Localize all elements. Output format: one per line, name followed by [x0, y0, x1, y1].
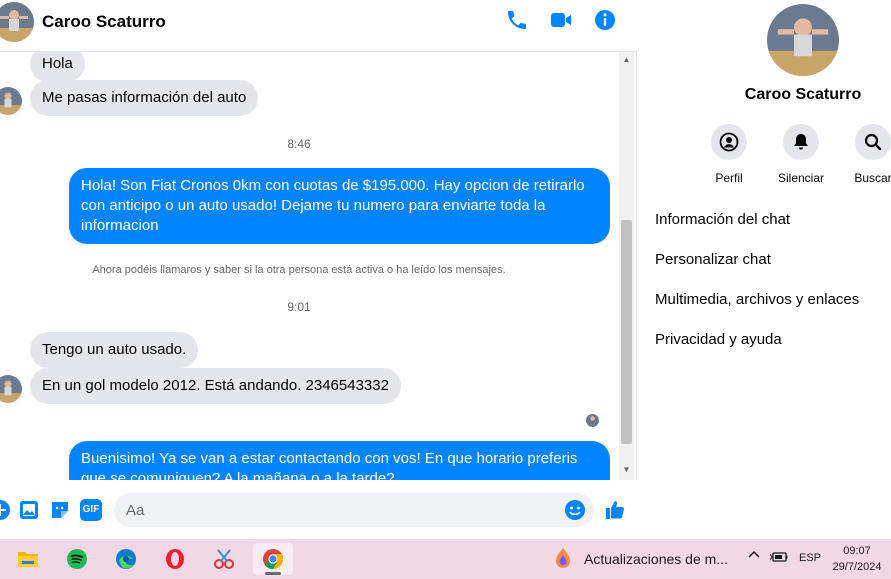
message-incoming[interactable]: En un gol modelo 2012. Está andando. 234…: [30, 368, 401, 404]
taskbar-clock[interactable]: 09:07 29/7/2024: [826, 543, 888, 575]
emoji-icon[interactable]: [564, 499, 586, 521]
search-icon: [864, 133, 882, 151]
taskbar-spotify[interactable]: [57, 543, 97, 575]
search-label: Buscar: [854, 171, 891, 185]
seen-indicator-avatar: [586, 414, 599, 427]
chat-info-panel: Caroo Scaturro Perfil Silenciar Buscar I…: [638, 0, 891, 539]
scroll-down-icon[interactable]: ▼: [619, 462, 634, 478]
info-contact-avatar[interactable]: [767, 4, 839, 76]
scroll-thumb[interactable]: [621, 220, 632, 444]
chrome-icon: [263, 549, 284, 570]
menu-privacy-help[interactable]: Privacidad y ayuda: [655, 331, 782, 348]
contact-name[interactable]: Caroo Scaturro: [42, 12, 166, 32]
weather-alert-icon: [556, 548, 570, 568]
opera-icon: [166, 549, 184, 569]
contact-avatar-small: [0, 375, 22, 403]
profile-button[interactable]: Perfil: [694, 124, 764, 185]
message-scrollbar[interactable]: ▲ ▼: [619, 52, 634, 480]
info-icon[interactable]: [593, 8, 617, 32]
taskbar-chrome[interactable]: [253, 543, 293, 575]
message-list[interactable]: Hola Me pasas información del auto 8:46 …: [0, 52, 618, 480]
phone-icon[interactable]: [505, 8, 529, 32]
mute-button[interactable]: Silenciar: [766, 124, 836, 185]
taskbar-news-widget[interactable]: Actualizaciones de m...: [552, 543, 728, 575]
message-outgoing[interactable]: Buenisimo! Ya se van a estar contactando…: [69, 441, 610, 480]
clock-date: 29/7/2024: [832, 561, 882, 573]
plus-icon[interactable]: [0, 499, 11, 521]
contact-avatar[interactable]: [0, 2, 34, 42]
edge-icon: [116, 549, 136, 569]
chat-header: Caroo Scaturro: [0, 0, 637, 52]
message-timestamp: 8:46: [287, 137, 311, 151]
mute-label: Silenciar: [777, 171, 825, 185]
video-call-icon[interactable]: [549, 8, 573, 32]
taskbar-file-explorer[interactable]: [8, 543, 48, 575]
taskbar-opera[interactable]: [155, 543, 195, 575]
sticker-icon[interactable]: [49, 499, 71, 521]
taskbar-edge[interactable]: [106, 543, 146, 575]
menu-chat-info[interactable]: Información del chat: [655, 211, 790, 228]
message-incoming[interactable]: Me pasas información del auto: [30, 80, 259, 116]
gif-icon[interactable]: GIF: [80, 499, 102, 521]
menu-customize-chat[interactable]: Personalizar chat: [655, 251, 771, 268]
message-composer: GIF: [0, 480, 637, 539]
bell-icon: [794, 134, 808, 150]
taskbar-snipping-tool[interactable]: [204, 543, 244, 575]
image-icon[interactable]: [18, 499, 40, 521]
snipping-tool-icon: [214, 549, 234, 569]
battery-icon[interactable]: [769, 551, 788, 566]
windows-taskbar: Actualizaciones de m... ESP 09:07 29/7/2…: [0, 539, 891, 579]
thumbs-up-icon[interactable]: [604, 499, 626, 521]
file-explorer-icon: [18, 552, 38, 567]
message-timestamp: 9:01: [287, 300, 311, 314]
clock-time: 09:07: [843, 545, 871, 557]
menu-media-files-links[interactable]: Multimedia, archivos y enlaces: [655, 291, 859, 308]
profile-label: Perfil: [715, 171, 743, 185]
tray-overflow-chevron-icon[interactable]: [748, 549, 760, 564]
contact-avatar-small: [0, 87, 22, 115]
news-widget-text: Actualizaciones de m...: [584, 551, 728, 567]
message-incoming[interactable]: Hola: [30, 52, 85, 82]
info-contact-name: Caroo Scaturro: [744, 86, 862, 103]
message-input[interactable]: [114, 493, 594, 527]
chat-pane: Caroo Scaturro Hola Me pasas información…: [0, 0, 637, 539]
message-incoming[interactable]: Tengo un auto usado.: [30, 332, 199, 368]
language-indicator[interactable]: ESP: [799, 552, 821, 564]
search-button[interactable]: Buscar: [838, 124, 891, 185]
system-notice: Ahora podéis llamaros y saber si la otra…: [92, 264, 506, 276]
spotify-icon: [67, 549, 87, 569]
profile-icon: [719, 132, 739, 152]
scroll-up-icon[interactable]: ▲: [619, 52, 634, 68]
message-outgoing[interactable]: Hola! Son Fiat Cronos 0km con cuotas de …: [69, 168, 610, 244]
